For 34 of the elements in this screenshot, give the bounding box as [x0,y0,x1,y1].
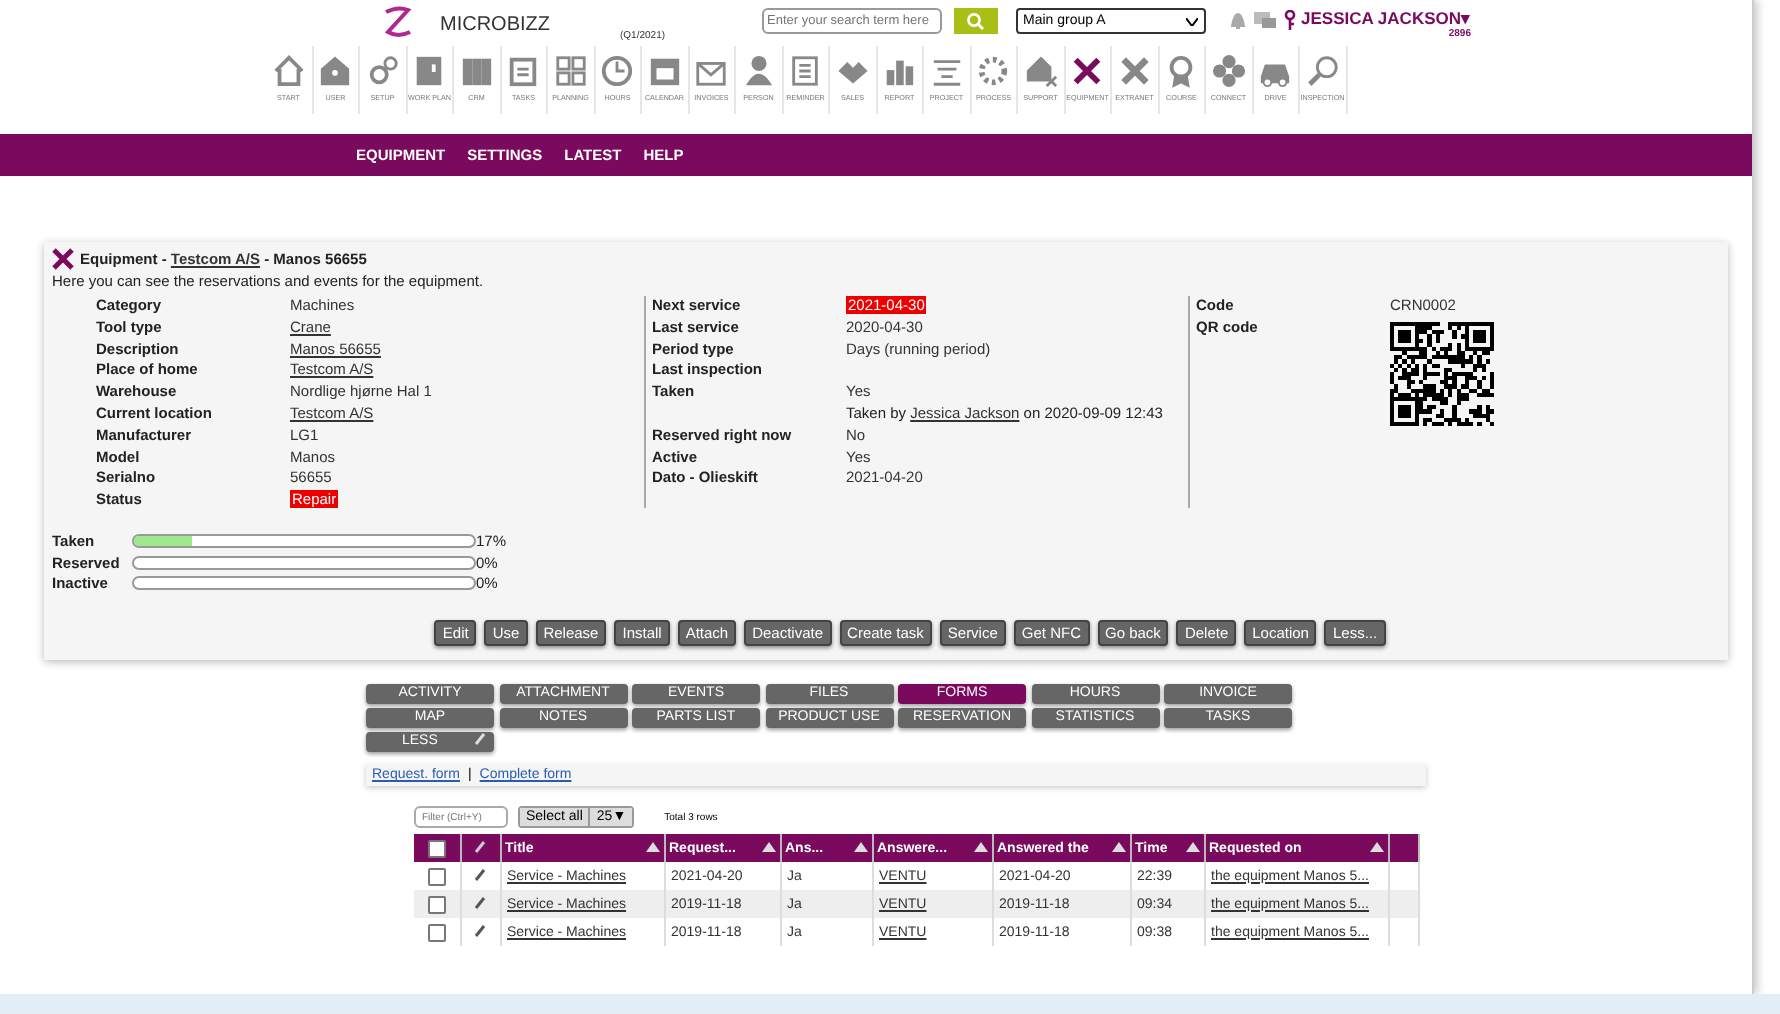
checkbox[interactable] [427,867,446,886]
sort-arrow-icon[interactable] [1185,841,1199,852]
sort-arrow-icon[interactable] [645,841,659,852]
sort-arrow-icon[interactable] [1111,841,1125,852]
sort-arrow-icon[interactable] [761,841,775,852]
clipboard-icon [506,54,541,88]
chat-icon[interactable] [1253,11,1276,29]
magnifier-icon [1305,54,1340,88]
house-icon [271,54,306,88]
key-icon[interactable] [1283,10,1296,30]
sort-arrow-icon[interactable] [973,841,987,852]
house-person-icon [318,54,353,88]
lines-icon [929,54,964,88]
house-cross-icon [1023,54,1058,88]
checkbox[interactable] [427,923,446,942]
flower-icon [1211,54,1246,88]
checklist-icon [788,54,823,88]
brand-name: MICROBIZZ [440,14,550,36]
logo-icon [380,6,416,38]
user-menu[interactable]: JESSICA JACKSON▾ [1301,8,1471,28]
clock-icon [600,54,635,88]
search-icon [966,12,985,30]
qr-code [1390,321,1494,426]
cross-icon [1117,54,1152,88]
person-icon [741,54,776,88]
checkbox[interactable] [427,895,446,914]
binders-icon [459,54,494,88]
caret-icon [1185,17,1198,25]
sort-arrow-icon[interactable] [853,841,867,852]
spinner-icon [976,54,1011,88]
grid-icon [553,54,588,88]
calendar-icon [647,54,682,88]
sort-arrow-icon[interactable] [1369,841,1383,852]
checkbox[interactable] [427,839,446,858]
